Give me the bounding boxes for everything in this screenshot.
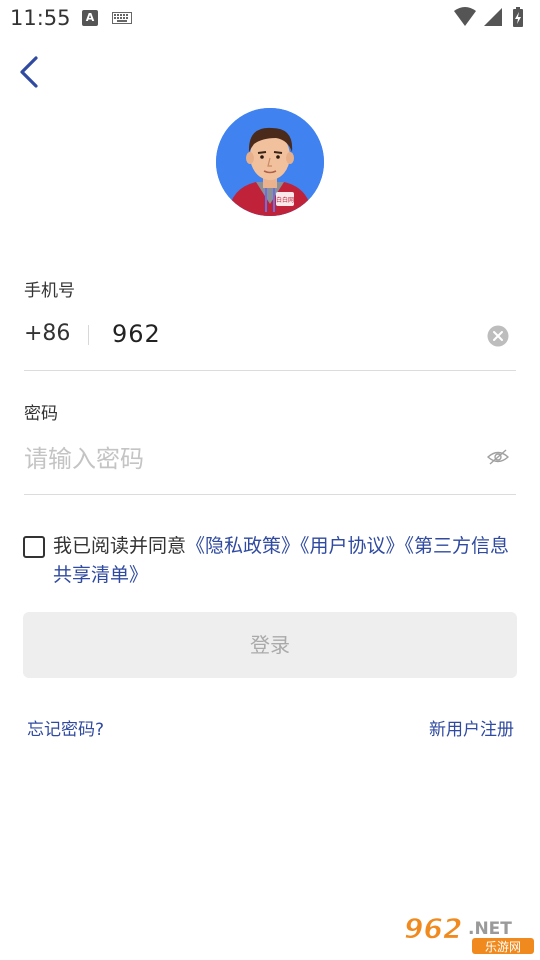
agreement-text: 我已阅读并同意《隐私政策》《用户协议》《第三方信息共享清单》: [53, 532, 523, 590]
status-right-icons: [454, 7, 523, 27]
phone-underline: [24, 370, 516, 371]
signal-icon: [484, 8, 502, 26]
avatar: 白白网: [216, 108, 324, 216]
svg-text:962: 962: [404, 912, 462, 945]
agreement-prefix: 我已阅读并同意: [53, 535, 187, 557]
keyboard-icon: [112, 12, 132, 24]
register-link[interactable]: 新用户注册: [429, 715, 514, 740]
clear-phone-button[interactable]: [487, 325, 509, 347]
phone-label: 手机号: [24, 281, 75, 301]
status-bar: 11:55 A: [0, 0, 540, 36]
svg-text:白白网: 白白网: [276, 196, 294, 204]
clear-circle-icon: [487, 325, 509, 347]
wifi-icon: [454, 7, 476, 26]
battery-icon: [513, 7, 523, 27]
phone-input[interactable]: 962: [112, 320, 161, 348]
password-input[interactable]: [24, 440, 464, 478]
status-time: 11:55: [10, 6, 71, 30]
password-label: 密码: [24, 404, 58, 424]
forgot-password-link[interactable]: 忘记密码?: [27, 715, 104, 740]
privacy-policy-link[interactable]: 《隐私政策》: [186, 535, 300, 557]
back-button[interactable]: [14, 52, 50, 92]
agreement-checkbox[interactable]: [23, 536, 45, 558]
password-underline: [24, 494, 516, 495]
user-agreement-link[interactable]: 《用户协议》: [300, 535, 405, 557]
divider: [88, 325, 89, 345]
toggle-password-visibility[interactable]: [486, 448, 510, 466]
a-notification-icon: A: [82, 10, 98, 26]
watermark-logo: 962 .NET 乐游网: [402, 912, 538, 956]
svg-text:乐游网: 乐游网: [485, 940, 521, 954]
svg-text:.NET: .NET: [468, 919, 512, 939]
avatar-illustration: 白白网: [216, 108, 324, 216]
country-code-selector[interactable]: +86: [24, 321, 70, 346]
login-button[interactable]: 登录: [23, 612, 517, 678]
eye-hidden-icon: [486, 449, 510, 465]
chevron-left-icon: [20, 56, 38, 88]
